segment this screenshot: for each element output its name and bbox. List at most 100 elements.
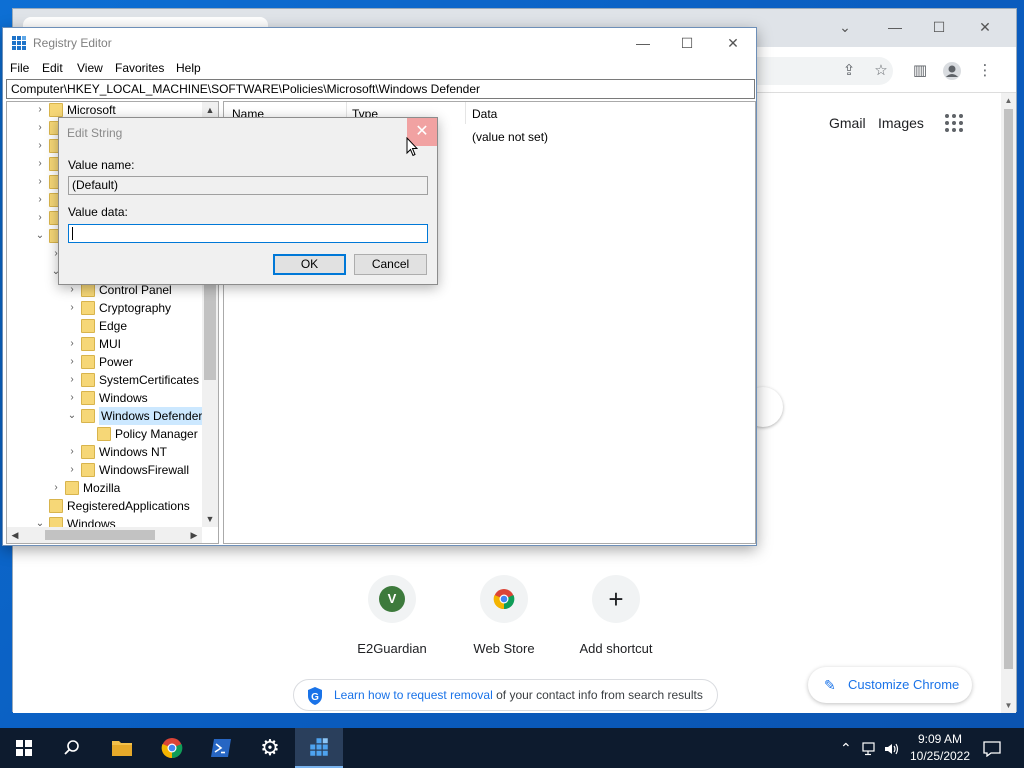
chevron-right-icon[interactable]: ›	[35, 119, 45, 137]
chevron-right-icon[interactable]: ›	[35, 102, 45, 119]
chevron-right-icon[interactable]: ›	[35, 173, 45, 191]
chevron-right-icon[interactable]: ›	[67, 371, 77, 389]
close-icon[interactable]: ✕	[710, 32, 756, 54]
profile-avatar-icon[interactable]	[942, 61, 962, 81]
tree-node[interactable]: › MUI	[7, 335, 207, 353]
chevron-right-icon[interactable]: ›	[67, 335, 77, 353]
registry-address-bar[interactable]: Computer\HKEY_LOCAL_MACHINE\SOFTWARE\Pol…	[6, 79, 755, 99]
menu-view[interactable]: View	[77, 61, 103, 75]
share-icon[interactable]: ⇪	[839, 61, 859, 81]
tree-node[interactable]: Policy Manager	[7, 425, 207, 443]
chevron-down-icon[interactable]: ⌄	[833, 17, 857, 37]
maximize-icon[interactable]: ☐	[927, 17, 951, 37]
folder-icon	[81, 409, 95, 423]
more-menu-icon[interactable]: ⋮	[975, 61, 995, 81]
images-link[interactable]: Images	[878, 115, 924, 131]
tree-node[interactable]: ⌄ Windows Defender	[7, 407, 207, 425]
folder-icon	[81, 355, 95, 369]
chevron-right-icon[interactable]: ›	[67, 443, 77, 461]
taskbar-clock[interactable]: 9:09 AM 10/25/2022	[905, 731, 975, 765]
clock-date: 10/25/2022	[909, 749, 971, 763]
windows-logo-icon	[16, 740, 32, 756]
chrome-webstore-icon	[493, 589, 515, 610]
registry-editor-icon	[12, 36, 26, 50]
chrome-taskbar-button[interactable]	[148, 728, 196, 768]
scroll-up-icon[interactable]: ▲	[1003, 95, 1014, 106]
tree-node[interactable]: › Cryptography	[7, 299, 207, 317]
chevron-down-icon[interactable]: ⌄	[67, 407, 77, 425]
add-shortcut-button[interactable]: + Add shortcut	[561, 575, 671, 656]
menu-edit[interactable]: Edit	[42, 61, 63, 75]
shortcut-e2guardian[interactable]: V E2Guardian	[337, 575, 447, 656]
notifications-icon[interactable]	[983, 728, 1001, 768]
chevron-right-icon[interactable]: ›	[35, 191, 45, 209]
tree-node-label: MUI	[99, 337, 121, 351]
value-data-label: Value data:	[68, 205, 128, 219]
bookmark-star-icon[interactable]: ☆	[871, 61, 891, 81]
text-caret	[72, 227, 73, 241]
tree-node[interactable]: › Windows	[7, 389, 207, 407]
close-icon[interactable]: ✕	[973, 17, 997, 37]
shortcut-label: Add shortcut	[579, 641, 653, 656]
search-button[interactable]	[48, 728, 96, 768]
chevron-right-icon[interactable]: ›	[67, 299, 77, 317]
chrome-scrollbar[interactable]: ▲ ▼	[1001, 93, 1016, 713]
tree-node[interactable]: Edge	[7, 317, 207, 335]
tree-node[interactable]: › Mozilla	[7, 479, 207, 497]
tree-node[interactable]: RegisteredApplications	[7, 497, 207, 515]
chevron-right-icon[interactable]: ›	[35, 137, 45, 155]
shortcut-tile-icon: +	[592, 575, 640, 623]
scroll-thumb[interactable]	[45, 530, 155, 540]
chevron-right-icon[interactable]: ›	[67, 353, 77, 371]
chevron-right-icon[interactable]: ›	[51, 479, 61, 497]
folder-icon	[49, 499, 63, 513]
chevron-down-icon[interactable]: ⌄	[35, 227, 45, 245]
value-name-field[interactable]: (Default)	[68, 176, 428, 195]
tree-horizontal-scrollbar[interactable]: ◀ ▶	[7, 527, 202, 543]
removal-link[interactable]: Learn how to request removal	[334, 688, 493, 702]
shortcut-web-store[interactable]: Web Store	[449, 575, 559, 656]
scroll-down-icon[interactable]: ▼	[1003, 700, 1014, 711]
ok-button[interactable]: OK	[273, 254, 346, 275]
scroll-right-icon[interactable]: ▶	[187, 528, 201, 542]
value-data-cell[interactable]: (value not set)	[472, 130, 548, 144]
side-panel-icon[interactable]: ▥	[910, 61, 930, 81]
chevron-right-icon[interactable]: ›	[67, 461, 77, 479]
powershell-button[interactable]	[197, 728, 245, 768]
maximize-icon[interactable]: ☐	[664, 32, 710, 54]
scroll-thumb[interactable]	[1004, 109, 1013, 669]
regedit-taskbar-button[interactable]	[295, 728, 343, 768]
cancel-button[interactable]: Cancel	[354, 254, 427, 275]
menu-favorites[interactable]: Favorites	[115, 61, 164, 75]
tree-node[interactable]: › Windows NT	[7, 443, 207, 461]
google-apps-icon[interactable]	[945, 114, 963, 132]
chevron-right-icon[interactable]: ›	[35, 155, 45, 173]
tree-node[interactable]: › SystemCertificates	[7, 371, 207, 389]
network-icon[interactable]	[862, 728, 878, 768]
scroll-up-icon[interactable]: ▲	[203, 103, 217, 117]
gmail-link[interactable]: Gmail	[829, 115, 866, 131]
folder-icon	[81, 301, 95, 315]
column-header-data[interactable]: Data	[472, 107, 497, 121]
minimize-icon[interactable]: —	[883, 17, 907, 37]
value-data-field[interactable]	[68, 224, 428, 243]
tree-node[interactable]: › WindowsFirewall	[7, 461, 207, 479]
scroll-down-icon[interactable]: ▼	[203, 512, 217, 526]
customize-chrome-button[interactable]: ✎ Customize Chrome	[808, 667, 972, 703]
folder-icon	[81, 337, 95, 351]
shortcut-label: Web Store	[473, 641, 535, 656]
start-button[interactable]	[0, 728, 48, 768]
chevron-up-icon[interactable]: ⌃	[840, 728, 852, 768]
chevron-right-icon[interactable]: ›	[35, 209, 45, 227]
menu-help[interactable]: Help	[176, 61, 201, 75]
tree-node[interactable]: › Power	[7, 353, 207, 371]
volume-icon[interactable]	[884, 728, 900, 768]
folder-icon	[65, 481, 79, 495]
file-explorer-button[interactable]	[98, 728, 146, 768]
minimize-icon[interactable]: —	[620, 32, 666, 54]
column-divider[interactable]	[465, 102, 466, 124]
settings-button[interactable]: ⚙	[246, 728, 294, 768]
scroll-left-icon[interactable]: ◀	[8, 528, 22, 542]
chevron-right-icon[interactable]: ›	[67, 389, 77, 407]
menu-file[interactable]: File	[10, 61, 29, 75]
